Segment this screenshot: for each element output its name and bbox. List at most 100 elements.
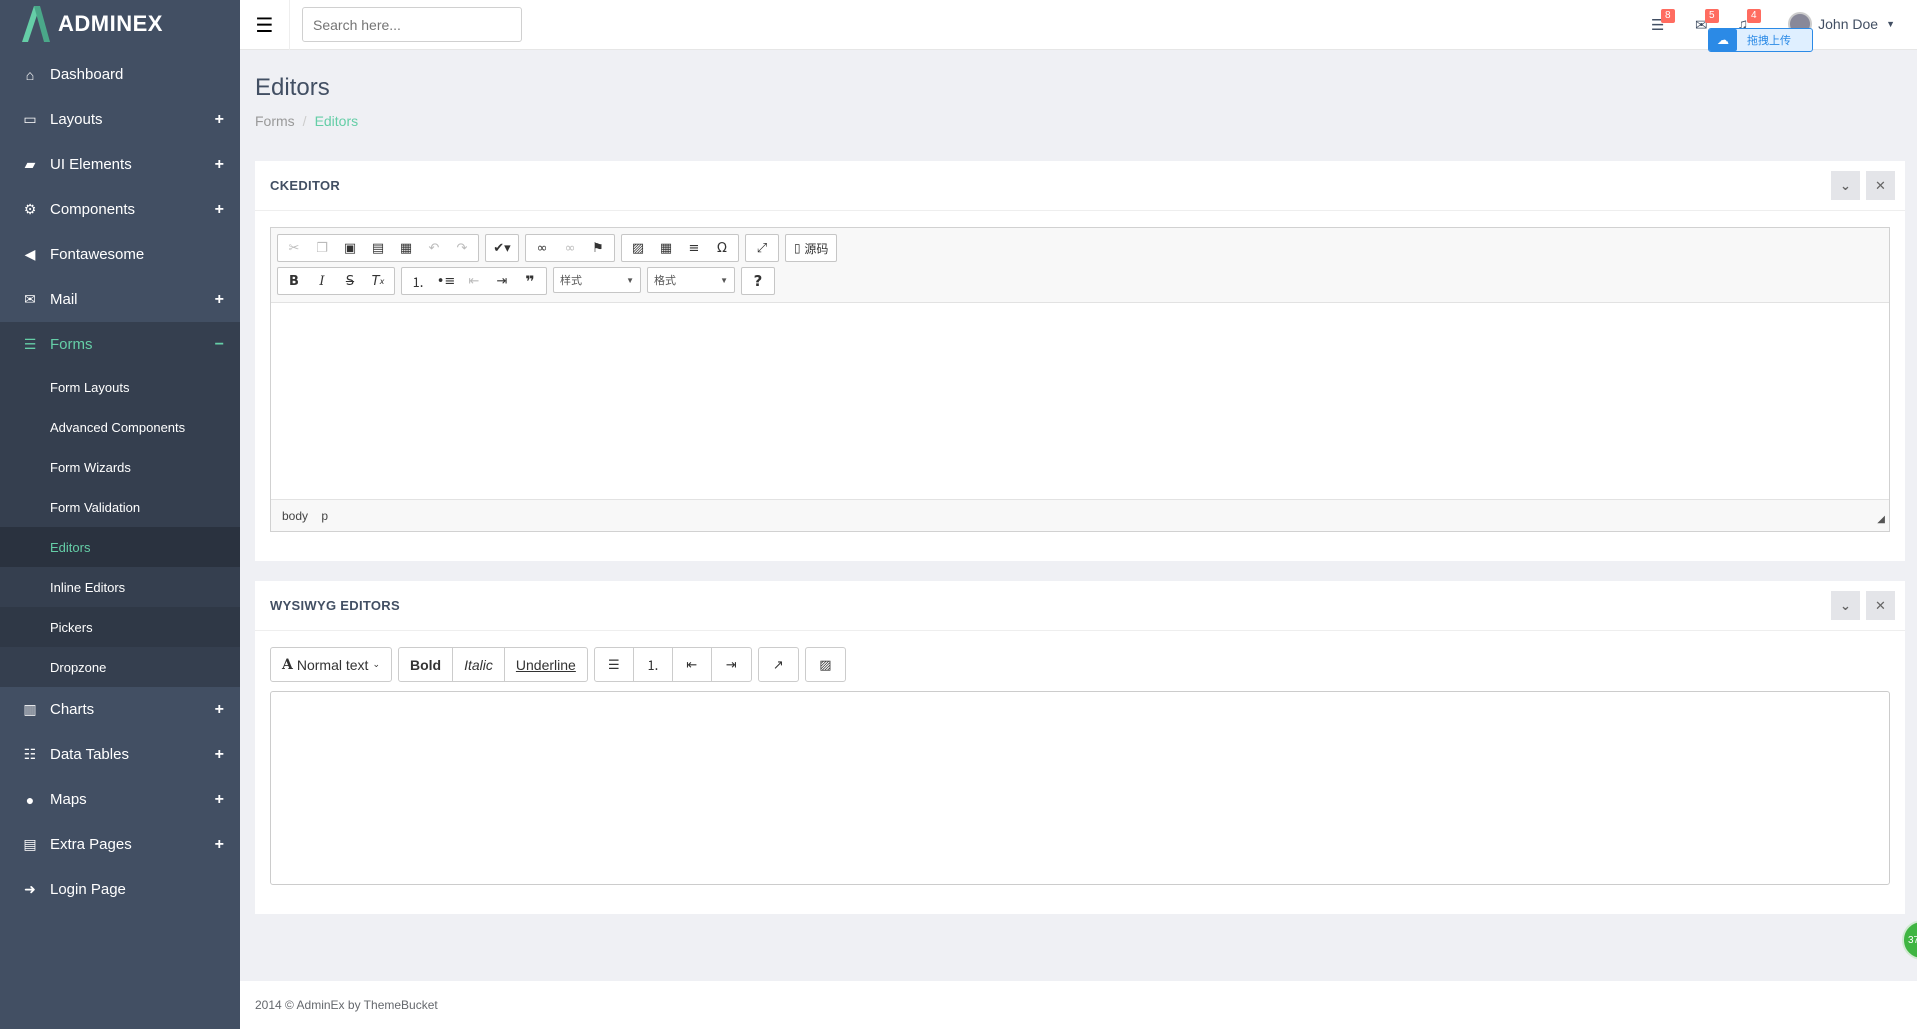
mail-notification-icon[interactable]: ✉ 5 <box>1695 9 1719 34</box>
bold-button[interactable]: Bold <box>399 648 454 681</box>
help-icon[interactable]: ? <box>744 268 772 294</box>
panel-tools: ⌄ ✕ <box>1831 171 1895 200</box>
th-list-icon: ☷ <box>23 746 37 762</box>
ckeditor-toolbar: ✂ ❐ ▣ ▤ ▦ ↶ ↷ ✔▾ ∞ ∞ ⚑ ▨ ▦ ≡ Ω ⤢ ▯ 源码 B … <box>271 228 1889 302</box>
paste-icon[interactable]: ▣ <box>336 235 364 261</box>
expand-icon: + <box>214 155 224 173</box>
sidebar-item-label: Data Tables <box>50 746 129 763</box>
sidebar-item-label: Dashboard <box>50 66 124 83</box>
sidebar-subitem-form-validation[interactable]: Form Validation <box>0 487 240 527</box>
spellcheck-icon[interactable]: ✔▾ <box>488 235 516 261</box>
sidebar-item-label: Charts <box>50 701 95 718</box>
sidebar-item-mail[interactable]: ✉ Mail + <box>0 277 240 322</box>
paste-text-icon[interactable]: ▤ <box>364 235 392 261</box>
sidebar-item-ui-elements[interactable]: ▰ UI Elements + <box>0 142 240 187</box>
breadcrumb-current: Editors <box>314 113 359 129</box>
expand-icon: + <box>214 700 224 718</box>
wysiwyg-toolbar: A Normal text ⌄ Bold Italic Underline ☰ … <box>270 647 846 682</box>
close-panel-icon[interactable]: ✕ <box>1866 591 1895 620</box>
sidebar-item-forms[interactable]: ☰ Forms − <box>0 322 240 367</box>
cut-icon[interactable]: ✂ <box>280 235 308 261</box>
sidebar-subitem-form-wizards[interactable]: Form Wizards <box>0 447 240 487</box>
sidebar-item-label: Login Page <box>50 881 126 898</box>
font-size-dropdown[interactable]: A Normal text ⌄ <box>271 648 391 681</box>
paste-word-icon[interactable]: ▦ <box>392 235 420 261</box>
sidebar-subitem-form-layouts[interactable]: Form Layouts <box>0 367 240 407</box>
copy-icon[interactable]: ❐ <box>308 235 336 261</box>
table-icon[interactable]: ▦ <box>652 235 680 261</box>
outdent-icon[interactable]: ⇤ <box>460 268 488 294</box>
sidebar-item-components[interactable]: ⚙ Components + <box>0 187 240 232</box>
sidebar-item-maps[interactable]: ● Maps + <box>0 777 240 822</box>
picture-icon[interactable]: ▨ <box>806 648 845 681</box>
upload-widget[interactable]: ☁ 拖拽上传 <box>1708 28 1813 52</box>
caret-down-icon: ▼ <box>720 275 728 285</box>
sidebar-item-fontawesome[interactable]: ◀ Fontawesome <box>0 232 240 277</box>
sidebar-item-data-tables[interactable]: ☷ Data Tables + <box>0 732 240 777</box>
unordered-list-icon[interactable]: ☰ <box>595 648 634 681</box>
strikethrough-icon[interactable]: S <box>336 268 364 294</box>
undo-icon[interactable]: ↶ <box>420 235 448 261</box>
sidebar-subitem-advanced-components[interactable]: Advanced Components <box>0 407 240 447</box>
ckeditor-toolbar-row: B I S Tx ⒈ •≡ ⇤ ⇥ ❞ 样式 ▼ 格式 ▼ ? <box>277 267 1883 296</box>
close-panel-icon[interactable]: ✕ <box>1866 171 1895 200</box>
about-group: ? <box>741 267 775 295</box>
collapse-panel-icon[interactable]: ⌄ <box>1831 591 1860 620</box>
bold-icon[interactable]: B <box>280 268 308 294</box>
maximize-icon[interactable]: ⤢ <box>748 235 776 261</box>
collapse-panel-icon[interactable]: ⌄ <box>1831 171 1860 200</box>
styles-dropdown[interactable]: 样式 ▼ <box>553 267 641 293</box>
outdent-icon[interactable]: ⇤ <box>673 648 712 681</box>
search-input[interactable] <box>302 7 522 42</box>
ordered-list-icon[interactable]: ⒈ <box>634 648 673 681</box>
path-body[interactable]: body <box>282 509 308 523</box>
ckeditor: ✂ ❐ ▣ ▤ ▦ ↶ ↷ ✔▾ ∞ ∞ ⚑ ▨ ▦ ≡ Ω ⤢ ▯ 源码 B … <box>270 227 1890 532</box>
horizontal-rule-icon[interactable]: ≡ <box>680 235 708 261</box>
spellcheck-group: ✔▾ <box>485 234 519 262</box>
breadcrumb-forms[interactable]: Forms <box>255 113 295 129</box>
menu-toggle-icon[interactable]: ☰ <box>240 0 290 50</box>
brand-logo[interactable]: ADMINEX <box>0 0 240 48</box>
wysiwyg-textarea[interactable] <box>270 691 1890 885</box>
wysiwyg-panel: WYSIWYG EDITORS ⌄ ✕ A Normal text ⌄ Bold… <box>255 581 1905 914</box>
bulleted-list-icon[interactable]: •≡ <box>432 268 460 294</box>
link-icon[interactable]: ∞ <box>528 235 556 261</box>
path-p[interactable]: p <box>321 509 328 523</box>
emphasis-group: Bold Italic Underline <box>398 647 588 682</box>
sidebar-item-dashboard[interactable]: ⌂ Dashboard <box>0 52 240 97</box>
sidebar-item-login-page[interactable]: ➜ Login Page <box>0 867 240 912</box>
sidebar-subitem-dropzone[interactable]: Dropzone <box>0 647 240 687</box>
image-icon[interactable]: ▨ <box>624 235 652 261</box>
underline-button[interactable]: Underline <box>505 648 587 681</box>
special-char-icon[interactable]: Ω <box>708 235 736 261</box>
book-icon: ▰ <box>24 156 36 172</box>
anchor-flag-icon[interactable]: ⚑ <box>584 235 612 261</box>
redo-icon[interactable]: ↷ <box>448 235 476 261</box>
mail-count-badge: 5 <box>1705 9 1719 23</box>
blockquote-icon[interactable]: ❞ <box>516 268 544 294</box>
resize-handle-icon[interactable]: ◢ <box>1877 514 1885 525</box>
sidebar-item-layouts[interactable]: ▭ Layouts + <box>0 97 240 142</box>
ckeditor-panel-title: CKEDITOR <box>255 161 1905 211</box>
sidebar-item-extra-pages[interactable]: ▤ Extra Pages + <box>0 822 240 867</box>
format-dropdown[interactable]: 格式 ▼ <box>647 267 735 293</box>
italic-button[interactable]: Italic <box>453 648 505 681</box>
document-group: ▯ 源码 <box>785 234 838 262</box>
remove-format-icon[interactable]: Tx <box>364 268 392 294</box>
ckeditor-content-area[interactable] <box>271 302 1889 500</box>
italic-icon[interactable]: I <box>308 268 336 294</box>
sign-in-icon: ➜ <box>24 881 36 897</box>
sidebar-item-charts[interactable]: ▥ Charts + <box>0 687 240 732</box>
sidebar-subitem-editors[interactable]: Editors <box>0 527 240 567</box>
indent-icon[interactable]: ⇥ <box>488 268 516 294</box>
source-button[interactable]: ▯ 源码 <box>788 235 834 261</box>
sidebar-subitem-pickers[interactable]: Pickers <box>0 607 240 647</box>
unlink-icon[interactable]: ∞ <box>556 235 584 261</box>
floating-action-button[interactable]: 37 <box>1902 920 1917 960</box>
share-link-icon[interactable]: ↗ <box>759 648 798 681</box>
numbered-list-icon[interactable]: ⒈ <box>404 268 432 294</box>
bullhorn-icon: ◀ <box>24 246 36 262</box>
sidebar-subitem-inline-editors[interactable]: Inline Editors <box>0 567 240 607</box>
indent-icon[interactable]: ⇥ <box>712 648 751 681</box>
tasks-notification-icon[interactable]: ☰ 8 <box>1651 9 1675 34</box>
